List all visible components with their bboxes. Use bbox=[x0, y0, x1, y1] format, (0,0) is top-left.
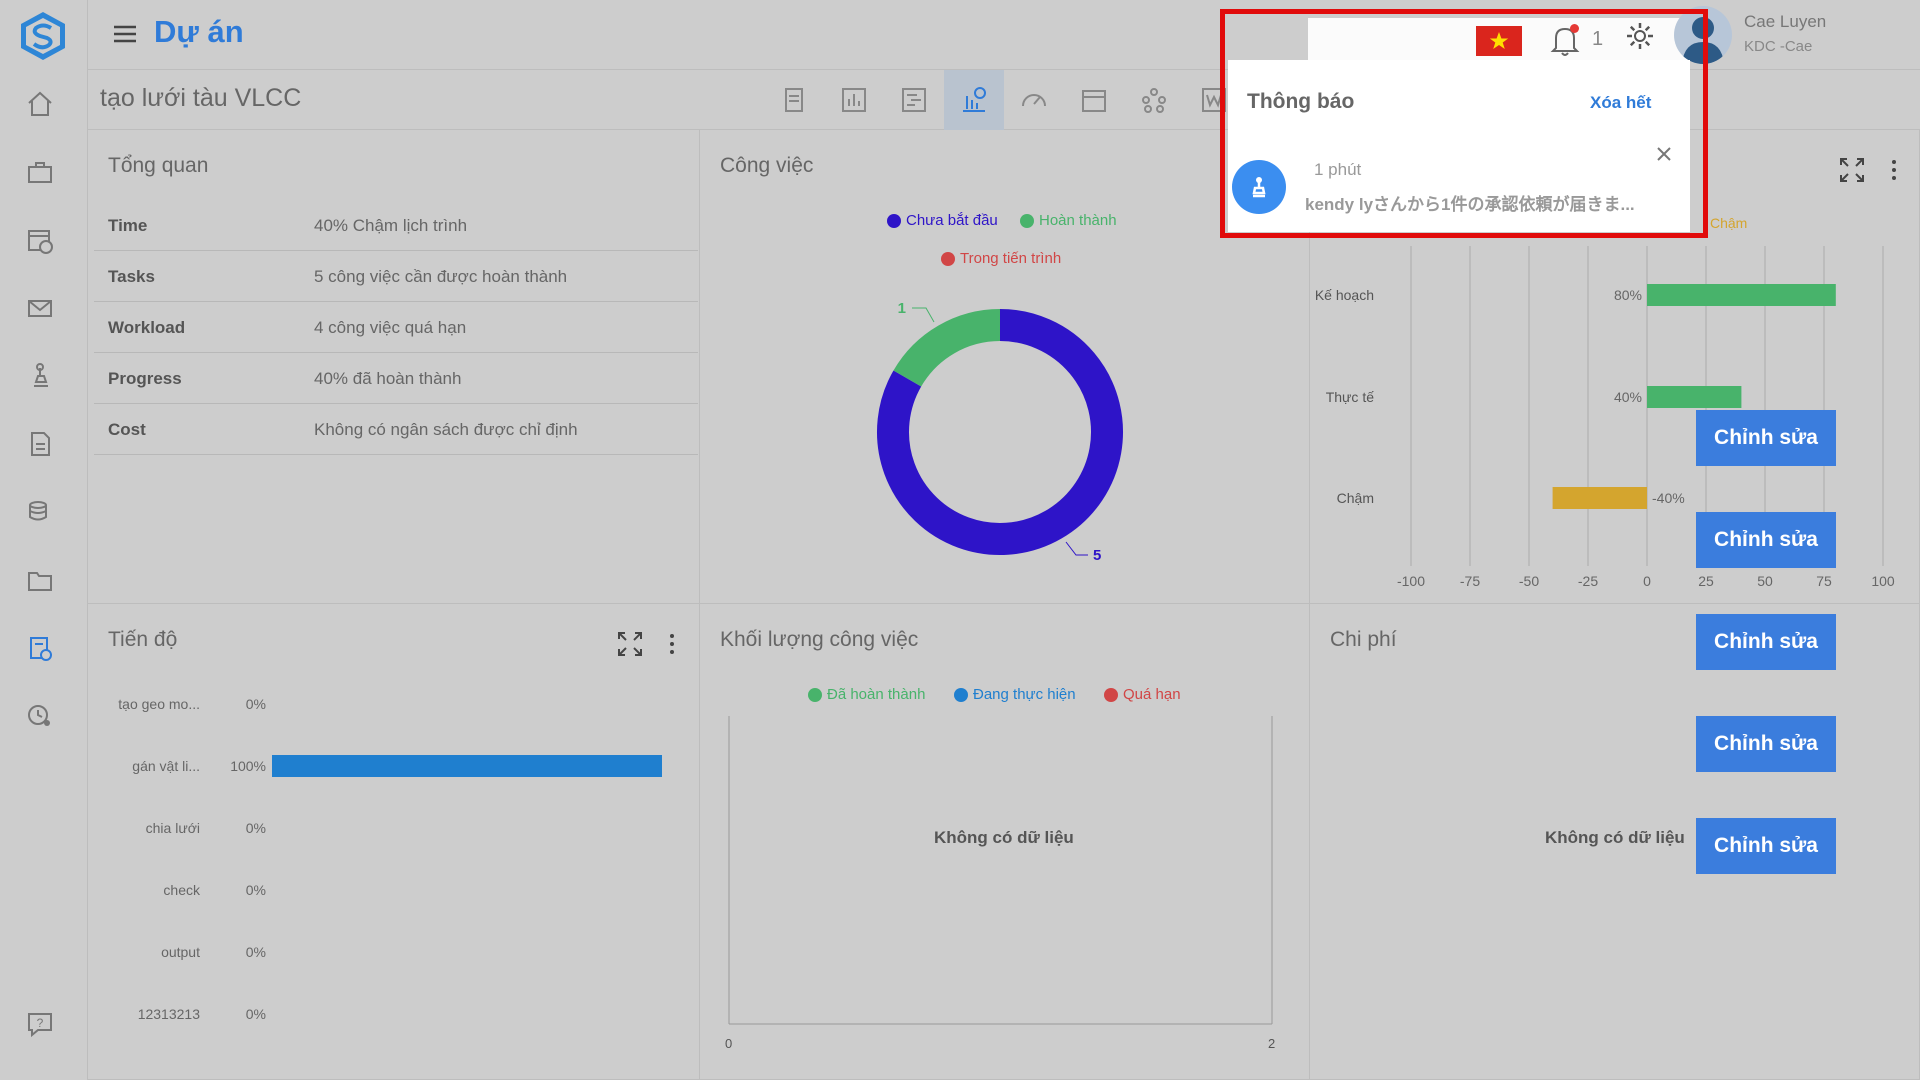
overview-value: Không có ngân sách được chỉ định bbox=[314, 420, 578, 439]
x-tick-label: 25 bbox=[1698, 573, 1714, 589]
workload-no-data: Không có dữ liệu bbox=[934, 828, 1074, 847]
overview-row: Cost Không có ngân sách được chỉ định bbox=[94, 404, 698, 455]
stamp-icon[interactable] bbox=[24, 360, 56, 392]
leader-line bbox=[1065, 541, 1088, 556]
overview-row: Time 40% Chậm lịch trình bbox=[94, 200, 698, 251]
x-tick-label: 0 bbox=[1643, 573, 1651, 589]
help-icon[interactable]: ? bbox=[24, 1008, 56, 1040]
highlight-frame bbox=[1220, 9, 1708, 238]
task-percent: 0% bbox=[246, 1006, 266, 1022]
sidebar: ? bbox=[0, 0, 88, 1080]
overview-row: Tasks 5 công việc cần được hoàn thành bbox=[94, 251, 698, 302]
value-label: -40% bbox=[1652, 490, 1685, 506]
task-label: output bbox=[161, 944, 200, 960]
overview-label: Tasks bbox=[108, 267, 155, 286]
x-tick-label: -100 bbox=[1397, 573, 1425, 589]
app-logo[interactable] bbox=[18, 10, 68, 62]
edit-button[interactable]: Chỉnh sửa bbox=[1696, 410, 1836, 466]
task-label: tạo geo mo... bbox=[118, 696, 200, 712]
bar-chart-view-icon[interactable] bbox=[824, 70, 884, 130]
hamburger-menu-icon[interactable] bbox=[112, 22, 138, 46]
overview-label: Workload bbox=[108, 318, 186, 337]
tasks-panel: Công việc Chưa bắt đầu Hoàn thành Trong … bbox=[700, 130, 1310, 604]
x-tick-label: -25 bbox=[1578, 573, 1598, 589]
overview-value: 40% Chậm lịch trình bbox=[314, 216, 468, 235]
donut-label-done: 1 bbox=[898, 300, 906, 317]
task-percent: 0% bbox=[246, 944, 266, 960]
briefcase-icon[interactable] bbox=[24, 156, 56, 188]
x-axis-max: 2 bbox=[1268, 1036, 1276, 1051]
overview-label: Cost bbox=[108, 420, 146, 439]
bar bbox=[1552, 487, 1647, 509]
task-percent: 0% bbox=[246, 882, 266, 898]
coins-icon[interactable] bbox=[24, 496, 56, 528]
task-label: 12313213 bbox=[138, 1006, 201, 1022]
cost-title: Chi phí bbox=[1330, 628, 1397, 651]
task-label: gán vật li... bbox=[132, 758, 200, 774]
report-settings-icon[interactable] bbox=[24, 632, 56, 664]
user-name: Cae Luyen bbox=[1744, 12, 1827, 31]
edit-button[interactable]: Chỉnh sửa bbox=[1696, 716, 1836, 772]
overview-row: Workload 4 công việc quá hạn bbox=[94, 302, 698, 353]
overview-value: 40% đã hoàn thành bbox=[314, 369, 462, 388]
document-view-icon[interactable] bbox=[764, 70, 824, 130]
overview-value: 4 công việc quá hạn bbox=[314, 318, 467, 337]
overview-title: Tổng quan bbox=[108, 154, 209, 177]
task-label: check bbox=[163, 882, 201, 898]
leader-line bbox=[912, 307, 935, 323]
overview-label: Time bbox=[108, 216, 148, 235]
svg-text:?: ? bbox=[37, 1016, 44, 1030]
overview-value: 5 công việc cần được hoàn thành bbox=[314, 267, 568, 286]
overview-label: Progress bbox=[108, 369, 182, 388]
overview-panel: Tổng quan Time 40% Chậm lịch trình Tasks… bbox=[88, 130, 700, 604]
x-axis-min: 0 bbox=[725, 1036, 733, 1051]
x-tick-label: -75 bbox=[1460, 573, 1480, 589]
category-label: Chậm bbox=[1337, 490, 1374, 506]
edit-button[interactable]: Chỉnh sửa bbox=[1696, 512, 1836, 568]
task-label: chia lưới bbox=[146, 820, 200, 836]
page-title: Dự án bbox=[154, 14, 244, 49]
task-percent: 0% bbox=[246, 696, 266, 712]
overview-row: Progress 40% đã hoàn thành bbox=[94, 353, 698, 404]
progress-bar-chart: tạo geo mo... 0% gán vật li... 100% chia lướ… bbox=[118, 696, 662, 1022]
x-tick-label: 100 bbox=[1871, 573, 1895, 589]
calendar-view-icon[interactable] bbox=[1064, 70, 1124, 130]
folder-icon[interactable] bbox=[24, 564, 56, 596]
user-org: KDC -Cae bbox=[1744, 38, 1813, 55]
bar bbox=[1647, 284, 1836, 306]
edit-button[interactable]: Chỉnh sửa bbox=[1696, 614, 1836, 670]
tasks-donut-chart: 15 bbox=[877, 300, 1123, 564]
task-percent: 100% bbox=[230, 758, 266, 774]
donut-label-not-started: 5 bbox=[1093, 547, 1101, 564]
home-icon[interactable] bbox=[24, 88, 56, 120]
workload-panel: Khối lượng công việc Đã hoàn thành Đang … bbox=[700, 604, 1310, 1080]
cost-no-data: Không có dữ liệu bbox=[1545, 828, 1685, 847]
category-label: Kế hoạch bbox=[1315, 287, 1374, 303]
bar bbox=[1647, 386, 1742, 408]
calendar-clock-icon[interactable] bbox=[24, 224, 56, 256]
value-label: 80% bbox=[1614, 287, 1642, 303]
gantt-view-icon[interactable] bbox=[884, 70, 944, 130]
dashboard-view-icon[interactable] bbox=[944, 70, 1004, 130]
task-percent: 0% bbox=[246, 820, 266, 836]
x-tick-label: 75 bbox=[1816, 573, 1832, 589]
x-tick-label: -50 bbox=[1519, 573, 1539, 589]
network-view-icon[interactable] bbox=[1124, 70, 1184, 130]
edit-button[interactable]: Chỉnh sửa bbox=[1696, 818, 1836, 874]
gauge-view-icon[interactable] bbox=[1004, 70, 1064, 130]
mail-icon[interactable] bbox=[24, 292, 56, 324]
value-label: 40% bbox=[1614, 389, 1642, 405]
x-tick-label: 50 bbox=[1757, 573, 1773, 589]
category-label: Thực tế bbox=[1326, 389, 1374, 405]
document-icon[interactable] bbox=[24, 428, 56, 460]
time-user-icon[interactable] bbox=[24, 700, 56, 732]
project-name: tạo lưới tàu VLCC bbox=[100, 84, 302, 112]
progress-bar bbox=[272, 755, 662, 777]
donut-slice bbox=[893, 309, 1001, 387]
progress-panel: Tiến độ tạo geo mo... 0% gán vật li... 100%… bbox=[88, 604, 700, 1080]
